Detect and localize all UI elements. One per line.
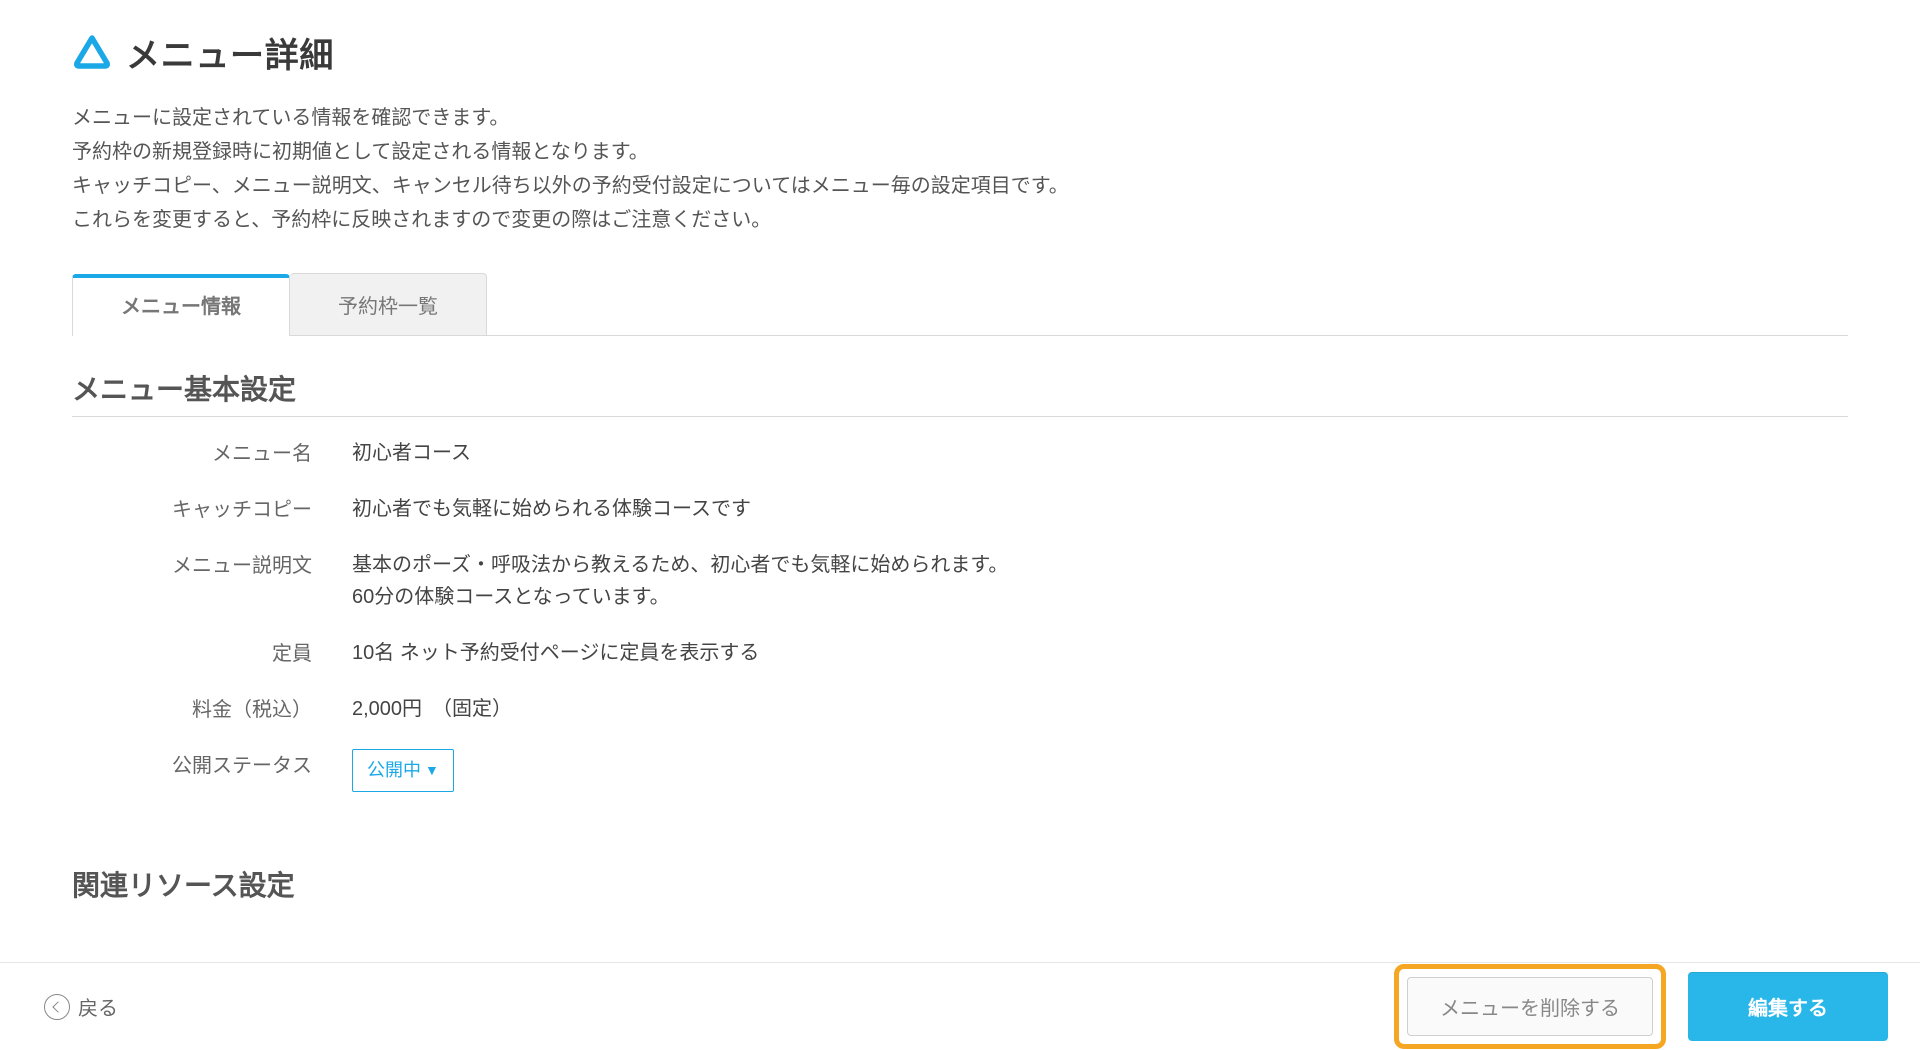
field-value: 初心者コース (352, 437, 1848, 469)
delete-menu-button[interactable]: メニューを削除する (1407, 977, 1653, 1036)
field-status: 公開ステータス 公開中 ▼ (72, 749, 1848, 792)
field-catch-copy: キャッチコピー 初心者でも気軽に始められる体験コースです (72, 493, 1848, 525)
divider (72, 416, 1848, 417)
field-value: 基本のポーズ・呼吸法から教えるため、初心者でも気軽に始められます。 60分の体験… (352, 549, 1848, 613)
field-menu-description: メニュー説明文 基本のポーズ・呼吸法から教えるため、初心者でも気軽に始められます… (72, 549, 1848, 613)
field-label: キャッチコピー (72, 493, 352, 525)
tab-menu-info[interactable]: メニュー情報 (72, 274, 290, 336)
field-value: 初心者でも気軽に始められる体験コースです (352, 493, 1848, 525)
field-label: メニュー名 (72, 437, 352, 469)
field-value-line: 60分の体験コースとなっています。 (352, 581, 1848, 613)
chevron-left-icon (52, 1001, 63, 1012)
brand-triangle-icon (72, 33, 112, 73)
page-description: メニューに設定されている情報を確認できます。 予約枠の新規登録時に初期値として設… (72, 101, 1848, 237)
tab-slot-list[interactable]: 予約枠一覧 (290, 273, 487, 335)
field-menu-name: メニュー名 初心者コース (72, 437, 1848, 469)
field-label: 料金（税込） (72, 693, 352, 725)
field-value: 2,000円 （固定） (352, 693, 1848, 725)
description-line: キャッチコピー、メニュー説明文、キャンセル待ち以外の予約受付設定についてはメニュ… (72, 169, 1848, 203)
status-select[interactable]: 公開中 ▼ (352, 749, 454, 792)
description-line: メニューに設定されている情報を確認できます。 (72, 101, 1848, 135)
description-line: これらを変更すると、予約枠に反映されますので変更の際はご注意ください。 (72, 203, 1848, 237)
back-link[interactable]: 戻る (44, 992, 118, 1021)
chevron-down-icon: ▼ (425, 759, 439, 781)
page-title: メニュー詳細 (126, 28, 334, 77)
status-select-label: 公開中 (367, 756, 421, 785)
tab-bar: メニュー情報 予約枠一覧 (72, 273, 1848, 336)
field-label: 定員 (72, 637, 352, 669)
field-price: 料金（税込） 2,000円 （固定） (72, 693, 1848, 725)
footer-bar: 戻る メニューを削除する 編集する (0, 962, 1920, 1050)
back-label: 戻る (78, 992, 118, 1021)
highlight-annotation: メニューを削除する (1394, 964, 1666, 1049)
description-line: 予約枠の新規登録時に初期値として設定される情報となります。 (72, 135, 1848, 169)
section-resource-title: 関連リソース設定 (72, 864, 1848, 904)
section-basic-title: メニュー基本設定 (72, 368, 1848, 408)
field-value: 10名 ネット予約受付ページに定員を表示する (352, 637, 1848, 669)
field-label: メニュー説明文 (72, 549, 352, 613)
edit-button[interactable]: 編集する (1688, 972, 1888, 1041)
field-value-line: 基本のポーズ・呼吸法から教えるため、初心者でも気軽に始められます。 (352, 549, 1848, 581)
field-label: 公開ステータス (72, 749, 352, 792)
field-capacity: 定員 10名 ネット予約受付ページに定員を表示する (72, 637, 1848, 669)
back-circle-icon (44, 994, 70, 1020)
